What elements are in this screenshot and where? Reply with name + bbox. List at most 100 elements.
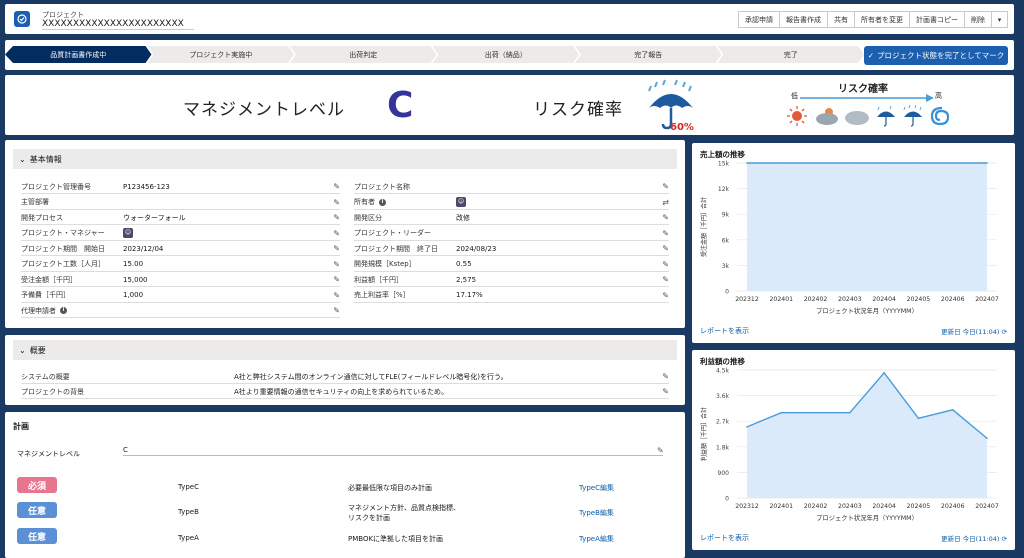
typec-edit-link[interactable]: TypeC編集: [579, 483, 614, 493]
field-label: 代理申請者 i: [21, 306, 123, 316]
y-tick-label: 0: [725, 289, 729, 296]
edit-pencil-icon[interactable]: ✎: [661, 387, 669, 396]
copy-plan-button[interactable]: 計画書コピー: [909, 11, 965, 28]
field-value: ☺: [123, 228, 332, 238]
user-avatar-icon[interactable]: ☺: [123, 228, 133, 238]
path-step-complete[interactable]: 完了: [718, 46, 865, 63]
y-tick-label: 0: [725, 496, 729, 503]
edit-pencil-icon[interactable]: ✎: [332, 229, 340, 238]
field-value: A社と弊社システム間のオンライン通信に対してFLE(フィールドレベル暗号化)を行…: [234, 372, 508, 381]
field-value: 1,000: [123, 291, 144, 299]
y-tick-label: 4.5k: [716, 368, 730, 375]
data-point: [986, 437, 988, 440]
plan-description: PMBOKに準拠した項目を計画: [348, 535, 444, 543]
x-tick-label: 202405: [907, 296, 931, 303]
basic-info-header[interactable]: ⌄ 基本情報: [13, 149, 677, 169]
profit-trend-chart[interactable]: 0 900 1.8k 2.7k 3.6k 4.5k 202312 202401 202402 20…: [692, 364, 1015, 534]
updated-timestamp[interactable]: 更新日 今日(11:04) ⟳: [941, 326, 1007, 336]
edit-pencil-icon[interactable]: ✎: [332, 244, 340, 253]
mark-complete-button[interactable]: ✓ プロジェクト状態を完了としてマーク: [864, 46, 1008, 65]
field-value: 2023/12/04: [123, 244, 164, 253]
sales-trend-chart[interactable]: 0 3k 6k 9k 12k 15k 202312 202401 202402 202403 202…: [692, 157, 1015, 327]
edit-pencil-icon[interactable]: ✎: [332, 260, 340, 269]
y-axis-label: 利益額［千円］合計: [700, 407, 708, 461]
plan-description: マネジメント方針、品質点検指標、: [348, 504, 460, 512]
path-step-shipping-decision[interactable]: 出荷判定: [290, 46, 437, 63]
edit-pencil-icon[interactable]: ✎: [657, 446, 664, 455]
overview-row: システムの概要 A社と弊社システム間のオンライン通信に対してFLE(フィールドレ…: [21, 370, 669, 384]
edit-pencil-icon[interactable]: ✎: [332, 306, 340, 315]
overview-header[interactable]: ⌄ 概要: [13, 340, 677, 360]
field-row: プロジェクト・リーダー ✎: [354, 227, 669, 241]
path-step-delivery[interactable]: 出荷（納品）: [433, 46, 580, 63]
mark-complete-label: プロジェクト状態を完了としてマーク: [877, 51, 1005, 60]
field-label-text: 利益額［千円］: [354, 275, 403, 284]
optional-badge: 任意: [17, 528, 57, 544]
edit-pencil-icon[interactable]: ✎: [332, 291, 340, 300]
share-button[interactable]: 共有: [827, 11, 855, 28]
edit-pencil-icon[interactable]: ✎: [661, 182, 669, 191]
field-label: 所有者 i: [354, 197, 456, 207]
path-step-quality-plan[interactable]: 品質計画書作成中: [5, 46, 152, 63]
field-value: P123456-123: [123, 182, 170, 191]
record-header: プロジェクト XXXXXXXXXXXXXXXXXXXXXXX 承認申請 報告書作…: [5, 4, 1014, 34]
edit-pencil-icon[interactable]: ✎: [661, 291, 669, 300]
path-step-completion-report[interactable]: 完了報告: [575, 46, 722, 63]
y-tick-label: 2.7k: [716, 419, 730, 426]
edit-pencil-icon[interactable]: ✎: [661, 229, 669, 238]
typeb-edit-link[interactable]: TypeB編集: [579, 508, 614, 518]
edit-pencil-icon[interactable]: ✎: [661, 275, 669, 284]
x-tick-label: 202402: [804, 503, 828, 510]
x-tick-label: 202404: [872, 503, 896, 510]
view-report-link[interactable]: レポートを表示: [700, 533, 749, 543]
data-point: [849, 162, 851, 164]
field-label: 主管部署: [21, 197, 123, 207]
create-report-button[interactable]: 報告書作成: [779, 11, 828, 28]
field-label-text: プロジェクト期間 開始日: [21, 244, 105, 253]
typea-edit-link[interactable]: TypeA編集: [579, 534, 614, 544]
overview-row: プロジェクトの背景 A社より重要情報の通信セキュリティの向上を求められているため…: [21, 385, 669, 399]
y-tick-label: 3k: [722, 263, 730, 270]
more-actions-button[interactable]: ▾: [991, 11, 1008, 28]
field-label: 開発規模［Kstep］: [354, 259, 456, 269]
y-tick-label: 9k: [722, 212, 730, 219]
edit-pencil-icon[interactable]: ✎: [661, 372, 669, 381]
edit-pencil-icon[interactable]: ✎: [332, 213, 340, 222]
umbrella-icon: [877, 105, 895, 127]
info-icon[interactable]: i: [60, 307, 67, 314]
chevron-down-icon: ▾: [997, 15, 1002, 24]
edit-pencil-icon[interactable]: ✎: [332, 275, 340, 284]
field-row: プロジェクト期間 開始日 2023/12/04 ✎: [21, 242, 340, 256]
info-icon[interactable]: i: [379, 198, 386, 206]
edit-pencil-icon[interactable]: ✎: [332, 182, 340, 191]
delete-button[interactable]: 削除: [964, 11, 992, 28]
data-point: [814, 162, 817, 164]
field-row: プロジェクト管理番号 P123456-123 ✎: [21, 180, 340, 194]
data-point: [883, 162, 885, 164]
field-value: 2,575: [456, 275, 477, 284]
edit-pencil-icon[interactable]: ✎: [661, 260, 669, 269]
field-row: 売上利益率［%］ 17.17% ✎: [354, 289, 669, 303]
edit-pencil-icon[interactable]: ✎: [661, 244, 669, 253]
refresh-icon[interactable]: ⟳: [1002, 535, 1007, 543]
field-value: ウォーターフォール: [123, 213, 186, 222]
path-step-in-progress[interactable]: プロジェクト実施中: [148, 46, 295, 63]
y-tick-label: 1.8k: [716, 444, 730, 451]
y-tick-label: 6k: [722, 237, 730, 244]
refresh-icon[interactable]: ⟳: [1002, 328, 1007, 336]
edit-pencil-icon[interactable]: ✎: [332, 198, 340, 207]
user-avatar-icon[interactable]: ☺: [456, 197, 466, 207]
updated-timestamp[interactable]: 更新日 今日(11:04) ⟳: [941, 533, 1007, 543]
x-tick-label: 202403: [838, 503, 862, 510]
risk-percent: 60%: [670, 122, 694, 133]
change-owner-button[interactable]: 所有者を変更: [854, 11, 910, 28]
data-point: [780, 411, 783, 414]
approval-request-button[interactable]: 承認申請: [738, 11, 780, 28]
data-point: [986, 162, 988, 164]
plan-type: TypeA: [178, 534, 199, 542]
change-owner-icon[interactable]: ⇄: [661, 198, 669, 207]
status-path: 品質計画書作成中 プロジェクト実施中 出荷判定 出荷（納品） 完了報告 完了 ✓…: [5, 40, 1014, 70]
field-label: プロジェクト管理番号: [21, 182, 123, 192]
view-report-link[interactable]: レポートを表示: [700, 326, 749, 336]
edit-pencil-icon[interactable]: ✎: [661, 213, 669, 222]
